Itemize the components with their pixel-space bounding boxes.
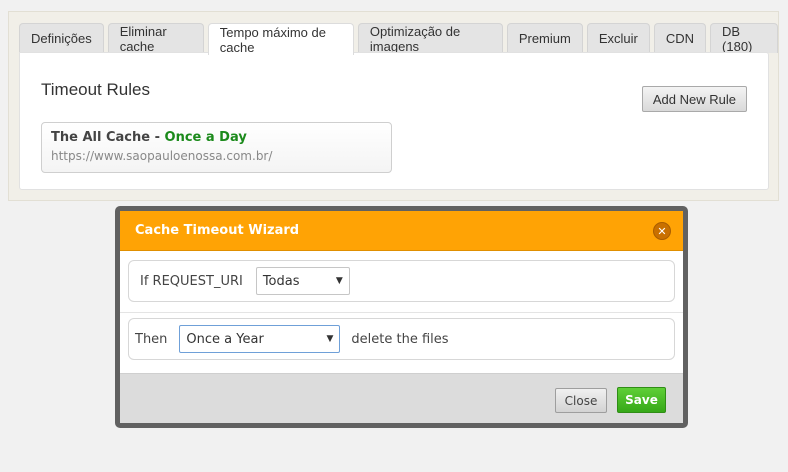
rule-url: https://www.saopauloenossa.com.br/ <box>51 149 273 163</box>
dialog-header: Cache Timeout Wizard ✕ <box>120 211 683 251</box>
chevron-down-icon: ▼ <box>326 334 334 344</box>
rule-separator: - <box>150 130 165 145</box>
save-button[interactable]: Save <box>617 387 666 413</box>
then-label: Then <box>135 331 168 347</box>
add-new-rule-button[interactable]: Add New Rule <box>641 86 747 112</box>
tab-optimizacao-de-imagens[interactable]: Optimização de imagens <box>357 23 503 54</box>
rule-card[interactable]: The All Cache - Once a Day https://www.s… <box>41 122 392 173</box>
cache-timeout-wizard-dialog: Cache Timeout Wizard ✕ If REQUEST_URI To… <box>115 206 688 428</box>
tab-content: Timeout Rules Add New Rule The All Cache… <box>19 52 769 190</box>
tab-premium[interactable]: Premium <box>506 23 583 53</box>
timeout-select[interactable]: Once a Year ▼ <box>179 325 341 353</box>
action-row: Then Once a Year ▼ delete the files <box>128 318 675 360</box>
tab-bar: Definições Eliminar cache Tempo máximo d… <box>19 23 778 55</box>
request-uri-value: Todas <box>262 273 300 289</box>
settings-panel: Definições Eliminar cache Tempo máximo d… <box>8 11 779 201</box>
dialog-title: Cache Timeout Wizard <box>135 223 300 238</box>
close-icon[interactable]: ✕ <box>653 222 671 240</box>
tab-db[interactable]: DB (180) <box>710 23 778 54</box>
tab-cdn[interactable]: CDN <box>653 23 707 53</box>
section-title: Timeout Rules <box>41 80 150 99</box>
tab-definicoes[interactable]: Definições <box>19 23 104 53</box>
condition-label: If REQUEST_URI <box>140 273 243 289</box>
divider <box>120 312 683 313</box>
tab-tempo-maximo-de-cache[interactable]: Tempo máximo de cache <box>207 23 354 55</box>
tab-eliminar-cache[interactable]: Eliminar cache <box>107 23 204 54</box>
dialog-body: If REQUEST_URI Todas ▼ Then Once a Year … <box>120 251 683 373</box>
rule-name: The All Cache <box>51 130 151 145</box>
rule-timeout: Once a Day <box>164 130 247 145</box>
timeout-value: Once a Year <box>186 331 264 347</box>
action-label: delete the files <box>351 331 449 347</box>
rule-title: The All Cache - Once a Day <box>51 130 382 145</box>
request-uri-select[interactable]: Todas ▼ <box>255 267 350 295</box>
chevron-down-icon: ▼ <box>335 276 343 286</box>
tab-excluir[interactable]: Excluir <box>586 23 650 53</box>
condition-row: If REQUEST_URI Todas ▼ <box>128 260 675 302</box>
close-button[interactable]: Close <box>555 388 607 413</box>
dialog-footer: Close Save <box>120 373 683 423</box>
